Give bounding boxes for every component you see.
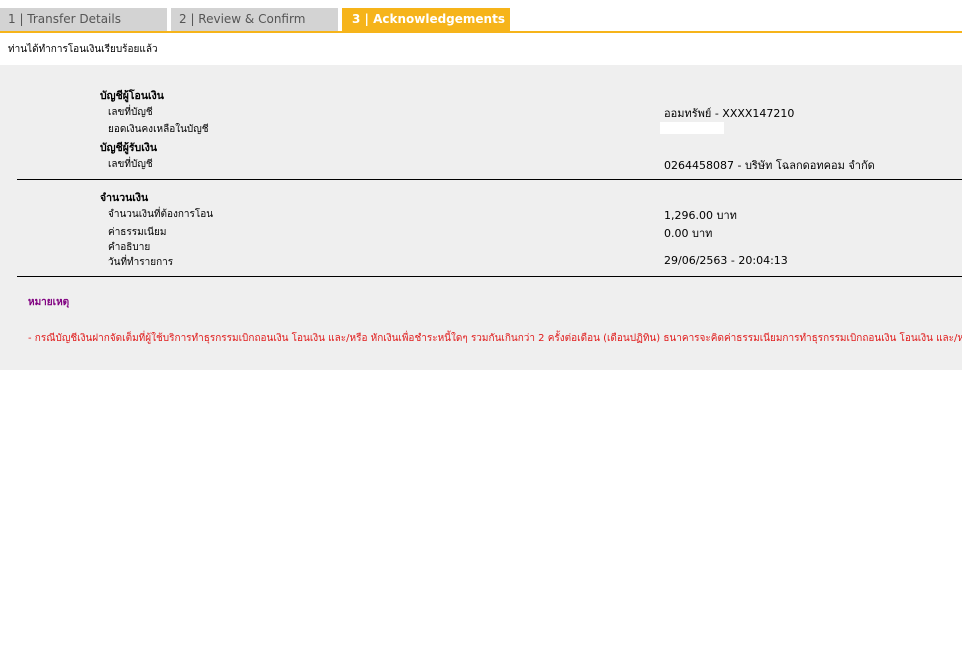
divider — [17, 179, 962, 180]
wizard-tabs: 1 | Transfer Details 2 | Review & Confir… — [0, 8, 962, 33]
to-account-number-value: 0264458087 - บริษัท โฉลกดอทคอม จำกัด — [664, 159, 875, 172]
success-message: ท่านได้ทำการโอนเงินเรียบร้อยแล้ว — [8, 44, 158, 55]
note-title: หมายเหตุ — [28, 297, 70, 308]
from-account-number-value: ออมทรัพย์ - XXXX147210 — [664, 107, 795, 120]
fee-label: ค่าธรรมเนียม — [108, 227, 167, 238]
tabs-underline — [0, 31, 962, 33]
from-account-heading: บัญชีผู้โอนเงิน — [100, 90, 164, 102]
fee-value: 0.00 บาท — [664, 227, 713, 240]
to-account-number-label: เลขที่บัญชี — [108, 159, 153, 170]
balance-label: ยอดเงินคงเหลือในบัญชี — [108, 124, 209, 135]
balance-value-masked — [660, 122, 724, 134]
tab-acknowledgements[interactable]: 3 | Acknowledgements — [342, 8, 510, 31]
description-label: คำอธิบาย — [108, 242, 151, 253]
transaction-date-label: วันที่ทำรายการ — [108, 257, 174, 268]
amount-heading: จำนวนเงิน — [100, 192, 149, 204]
amount-value: 1,296.00 บาท — [664, 209, 737, 222]
to-account-heading: บัญชีผู้รับเงิน — [100, 142, 158, 154]
amount-label: จำนวนเงินที่ต้องการโอน — [108, 209, 214, 220]
note-text: - กรณีบัญชีเงินฝากจัดเต็มที่ผู้ใช้บริการ… — [28, 333, 962, 344]
tab-transfer-details[interactable]: 1 | Transfer Details — [0, 8, 167, 31]
transaction-date-value: 29/06/2563 - 20:04:13 — [664, 254, 788, 267]
summary-panel: บัญชีผู้โอนเงิน เลขที่บัญชี ออมทรัพย์ - … — [0, 65, 962, 370]
divider — [17, 276, 962, 277]
from-account-number-label: เลขที่บัญชี — [108, 107, 153, 118]
tab-review-confirm[interactable]: 2 | Review & Confirm — [171, 8, 338, 31]
